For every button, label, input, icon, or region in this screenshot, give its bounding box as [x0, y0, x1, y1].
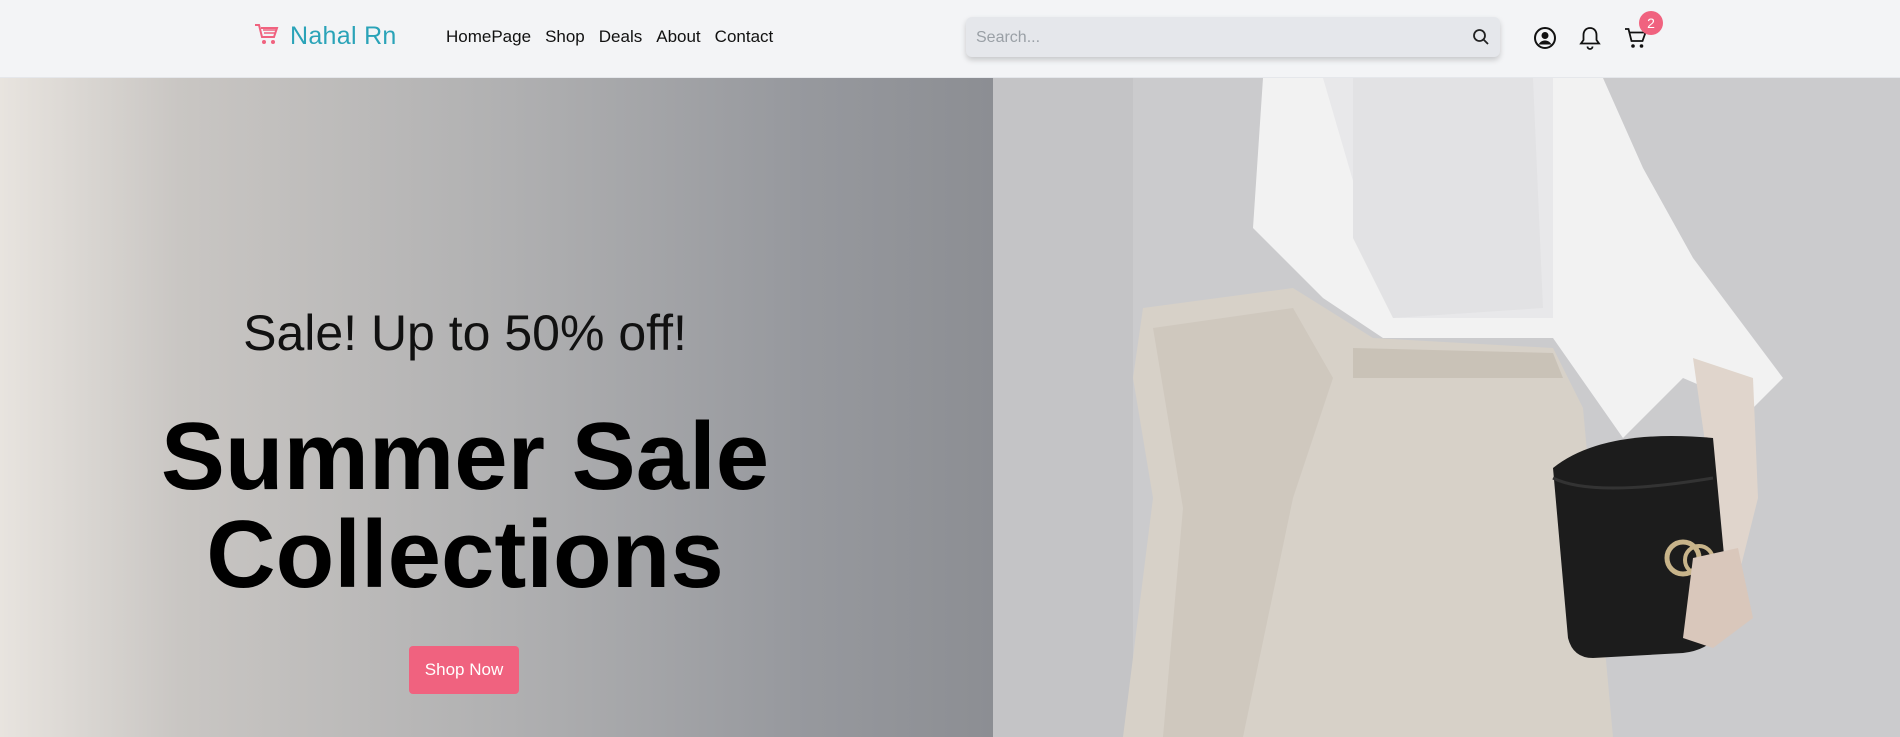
nav-contact[interactable]: Contact: [715, 27, 774, 47]
hero-title-line2: Collections: [206, 501, 724, 608]
hero-title: Summer Sale Collections: [0, 408, 930, 604]
brand-logo[interactable]: Nahal Rn: [254, 22, 397, 51]
cart-count-badge: 2: [1639, 11, 1663, 35]
hero-subtitle: Sale! Up to 50% off!: [243, 305, 687, 361]
hero-title-line1: Summer Sale: [160, 403, 770, 510]
hero-image: [993, 78, 1900, 737]
hero-banner: Sale! Up to 50% off! Summer Sale Collect…: [0, 78, 993, 737]
top-navbar: Nahal Rn HomePage Shop Deals About Conta…: [0, 0, 1900, 78]
search-input[interactable]: [966, 17, 1468, 59]
search-bar: [966, 17, 1500, 59]
nav-about[interactable]: About: [656, 27, 700, 47]
nav-deals[interactable]: Deals: [599, 27, 642, 47]
main-nav: HomePage Shop Deals About Contact: [446, 27, 773, 47]
bell-icon[interactable]: [1579, 26, 1601, 55]
user-circle-icon[interactable]: [1533, 26, 1557, 55]
brand-name: Nahal Rn: [290, 22, 397, 50]
search-icon[interactable]: [1472, 28, 1490, 51]
nav-homepage[interactable]: HomePage: [446, 27, 531, 47]
shop-now-button[interactable]: Shop Now: [409, 646, 519, 694]
model-photo-illustration: [993, 78, 1900, 737]
nav-shop[interactable]: Shop: [545, 27, 585, 47]
cart-logo-icon: [254, 22, 280, 51]
